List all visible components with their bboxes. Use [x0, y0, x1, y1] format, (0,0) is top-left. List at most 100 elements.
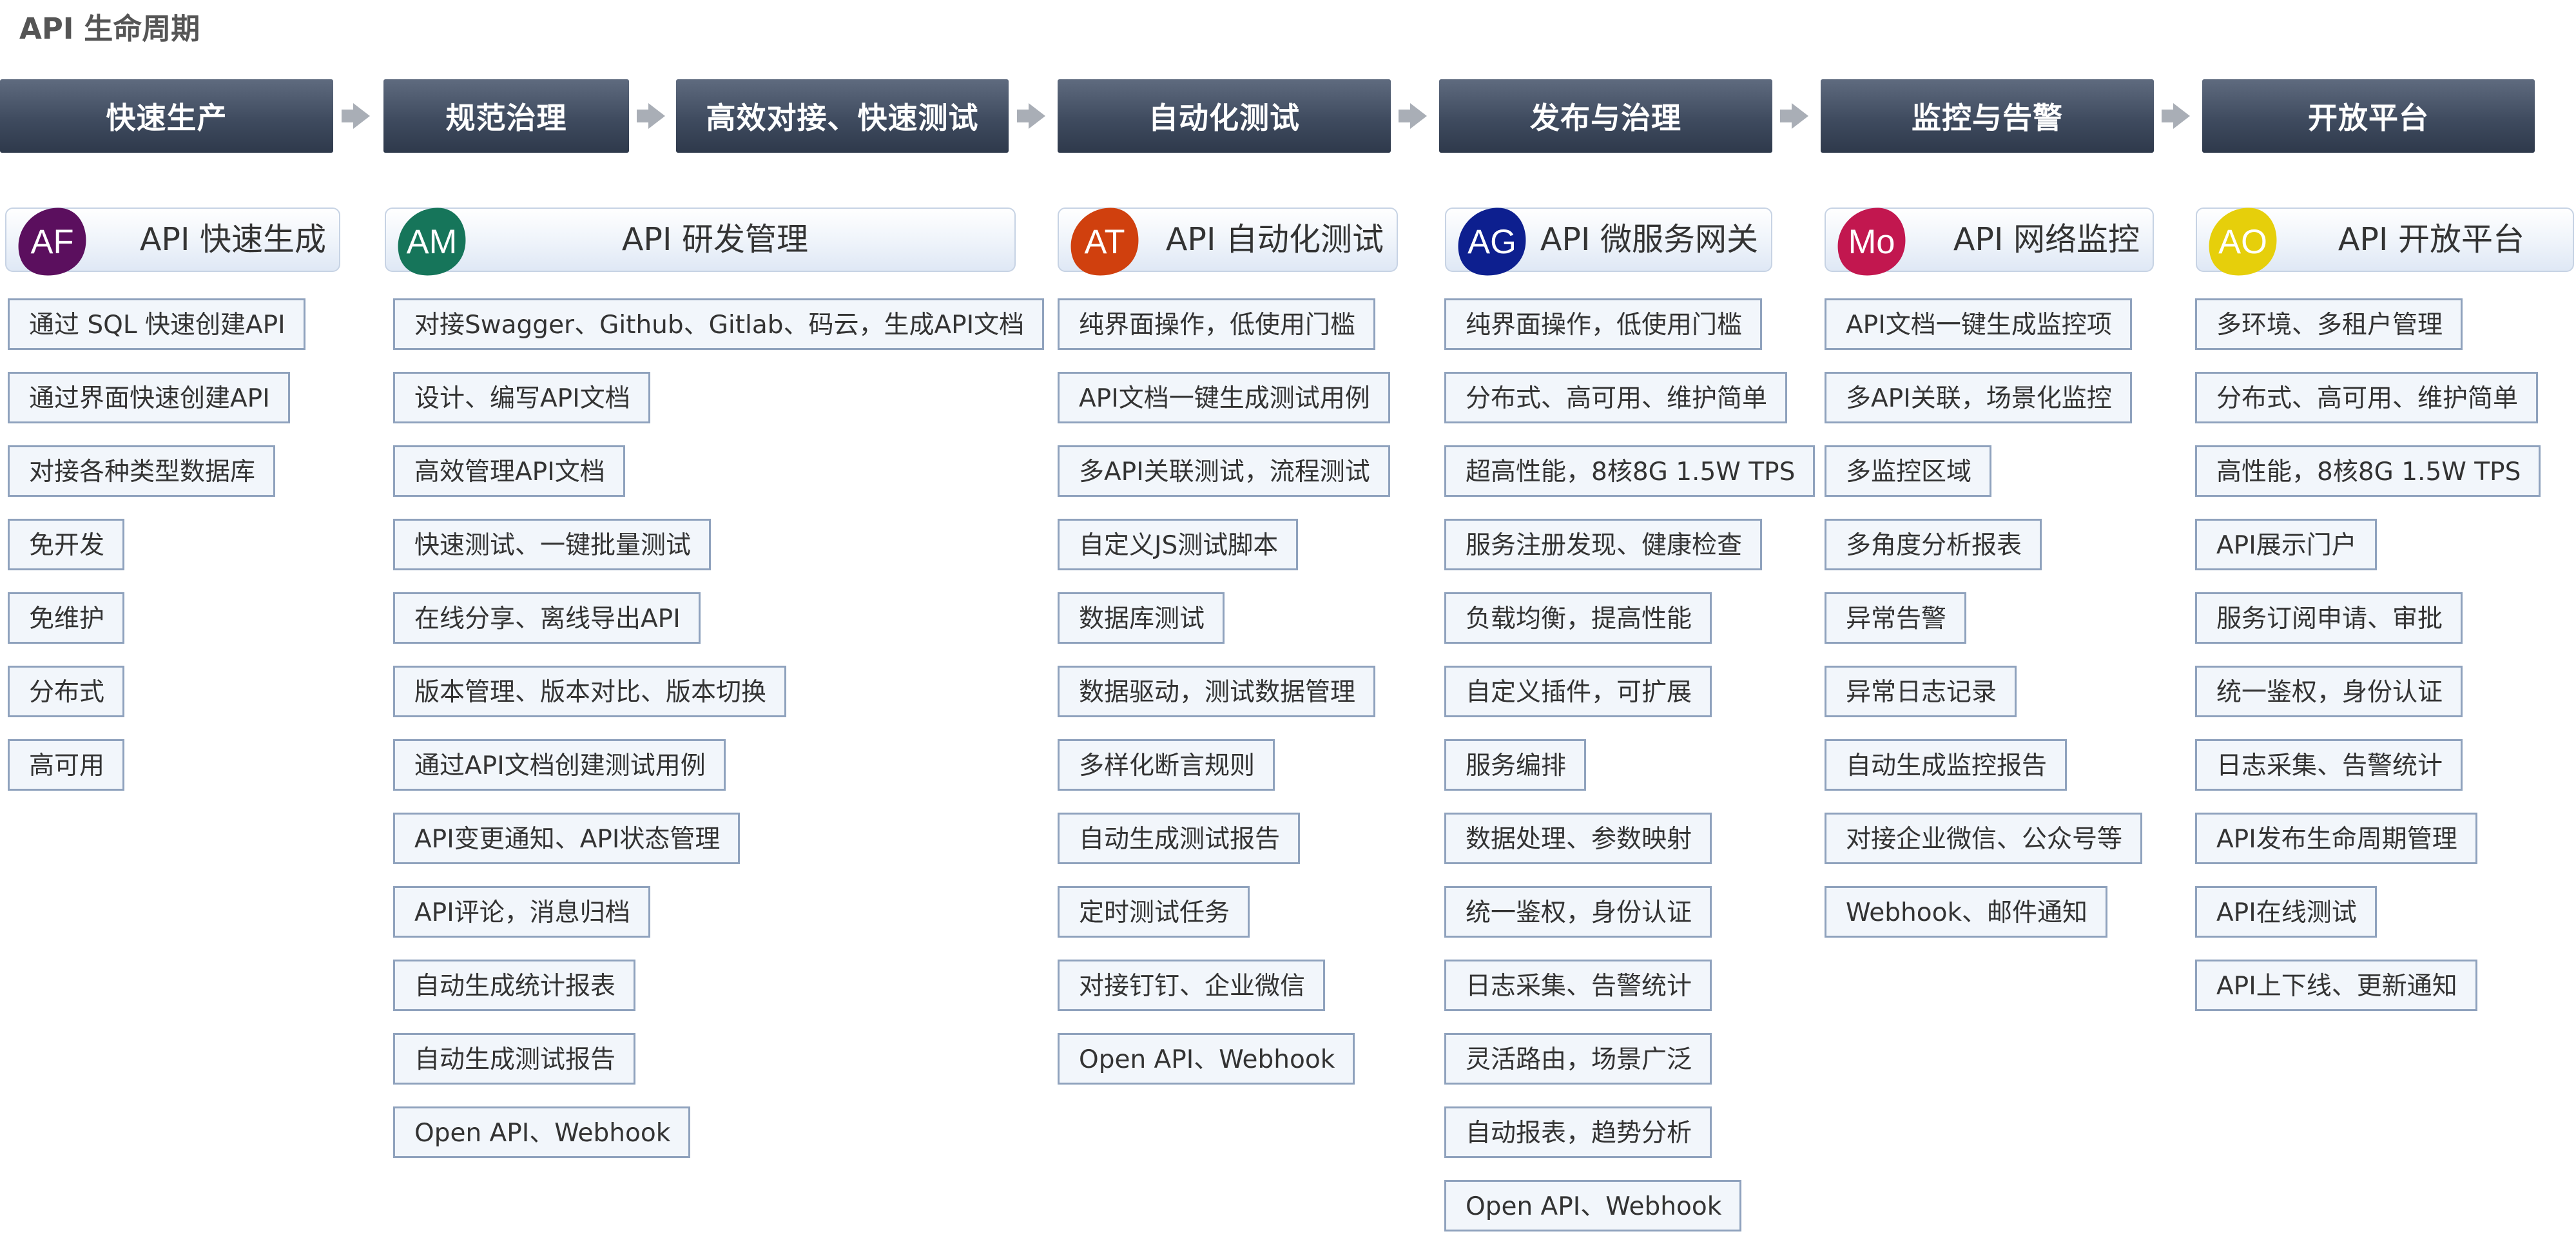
feature-list-api-autotest: 纯界面操作，低使用门槛 API文档一键生成测试用例 多API关联测试，流程测试 …: [1058, 298, 1390, 1085]
feature-list-api-gateway: 纯界面操作，低使用门槛 分布式、高可用、维护简单 超高性能，8核8G 1.5W …: [1444, 298, 1816, 1231]
feature-item: 在线分享、离线导出API: [393, 592, 701, 644]
logo-letters: Mo: [1848, 224, 1895, 261]
product-name: API 网络监控: [1953, 221, 2140, 258]
mo-logo-icon: Mo: [1837, 208, 1906, 276]
feature-item: 多环境、多租户管理: [2195, 298, 2463, 350]
stage-automated-testing: 自动化测试: [1058, 79, 1391, 153]
product-name: API 研发管理: [621, 221, 808, 258]
feature-item: API上下线、更新通知: [2195, 960, 2477, 1011]
stage-monitoring-alerting: 监控与告警: [1821, 79, 2154, 153]
product-card-api-open-platform: AO API 开放平台: [2196, 208, 2574, 276]
ao-logo-icon: AO: [2209, 208, 2277, 276]
logo-letters: AG: [1467, 224, 1516, 261]
feature-item: 多监控区域: [1825, 445, 1992, 497]
feature-item: 对接Swagger、Github、Gitlab、码云，生成API文档: [393, 298, 1045, 350]
feature-item: 对接各种类型数据库: [8, 445, 276, 497]
logo-letters: AT: [1084, 224, 1125, 261]
feature-item: 自动生成测试报告: [393, 1033, 636, 1085]
feature-item: 通过界面快速创建API: [8, 372, 290, 423]
ag-logo-icon: AG: [1458, 208, 1526, 276]
logo-letters: AF: [30, 224, 73, 261]
product-card-api-management: AM API 研发管理: [385, 208, 1016, 276]
feature-item: 免维护: [8, 592, 125, 644]
feature-list-api-management: 对接Swagger、Github、Gitlab、码云，生成API文档 设计、编写…: [393, 298, 1045, 1158]
feature-item: 多角度分析报表: [1825, 519, 2042, 570]
stage-standard-governance: 规范治理: [383, 79, 629, 153]
feature-item: API评论，消息归档: [393, 886, 650, 938]
feature-item: 设计、编写API文档: [393, 372, 650, 423]
feature-item: 通过 SQL 快速创建API: [8, 298, 305, 350]
stage-open-platform: 开放平台: [2202, 79, 2535, 153]
feature-item: Webhook、邮件通知: [1825, 886, 2108, 938]
feature-item: 自动生成监控报告: [1825, 739, 2068, 791]
product-card-api-gateway: AG API 微服务网关: [1445, 208, 1772, 276]
feature-item: 统一鉴权，身份认证: [2195, 666, 2463, 717]
feature-list-api-fast: 通过 SQL 快速创建API 通过界面快速创建API 对接各种类型数据库 免开发…: [8, 298, 305, 791]
product-card-api-monitor: Mo API 网络监控: [1825, 208, 2154, 276]
feature-item: 服务注册发现、健康检查: [1444, 519, 1763, 570]
at-logo-icon: AT: [1070, 208, 1139, 276]
feature-item: 对接企业微信、公众号等: [1825, 813, 2143, 864]
feature-item: Open API、Webhook: [393, 1106, 691, 1158]
logo-letters: AO: [2218, 224, 2267, 261]
feature-item: 服务订阅申请、审批: [2195, 592, 2463, 644]
feature-item: 版本管理、版本对比、版本切换: [393, 666, 787, 717]
product-name: API 开放平台: [2338, 221, 2524, 258]
feature-item: 数据库测试: [1058, 592, 1225, 644]
feature-item: 分布式、高可用、维护简单: [1444, 372, 1788, 423]
stage-efficient-integration: 高效对接、快速测试: [676, 79, 1009, 153]
feature-item: API在线测试: [2195, 886, 2377, 938]
feature-item: API变更通知、API状态管理: [393, 813, 741, 864]
feature-item: 数据驱动，测试数据管理: [1058, 666, 1376, 717]
feature-item: 分布式: [8, 666, 125, 717]
feature-item: 服务编排: [1444, 739, 1587, 791]
logo-letters: AM: [407, 224, 458, 261]
feature-item: 异常日志记录: [1825, 666, 2017, 717]
feature-item: API文档一键生成测试用例: [1058, 372, 1390, 423]
feature-item: 日志采集、告警统计: [1444, 960, 1712, 1011]
feature-item: 快速测试、一键批量测试: [393, 519, 712, 570]
feature-item: API展示门户: [2195, 519, 2377, 570]
feature-list-api-monitor: API文档一键生成监控项 多API关联，场景化监控 多监控区域 多角度分析报表 …: [1825, 298, 2143, 938]
feature-item: 分布式、高可用、维护简单: [2195, 372, 2539, 423]
feature-item: 自动生成统计报表: [393, 960, 636, 1011]
feature-item: 异常告警: [1825, 592, 1967, 644]
feature-item: 自动报表，趋势分析: [1444, 1106, 1712, 1158]
feature-item: 定时测试任务: [1058, 886, 1250, 938]
feature-list-api-open-platform: 多环境、多租户管理 分布式、高可用、维护简单 高性能，8核8G 1.5W TPS…: [2195, 298, 2541, 1011]
product-name: API 微服务网关: [1540, 221, 1758, 258]
feature-item: 自定义插件，可扩展: [1444, 666, 1712, 717]
stage-quick-production: 快速生产: [0, 79, 333, 153]
feature-item: 纯界面操作，低使用门槛: [1444, 298, 1763, 350]
feature-item: 免开发: [8, 519, 125, 570]
feature-item: 统一鉴权，身份认证: [1444, 886, 1712, 938]
product-name: API 自动化测试: [1165, 221, 1384, 258]
page-title: API 生命周期: [19, 12, 200, 46]
feature-item: 高效管理API文档: [393, 445, 625, 497]
stage-release-governance: 发布与治理: [1439, 79, 1772, 153]
feature-item: API发布生命周期管理: [2195, 813, 2477, 864]
feature-item: 自定义JS测试脚本: [1058, 519, 1299, 570]
feature-item: 负载均衡，提高性能: [1444, 592, 1712, 644]
feature-item: 多API关联测试，流程测试: [1058, 445, 1390, 497]
af-logo-icon: AF: [18, 208, 86, 276]
feature-item: 高性能，8核8G 1.5W TPS: [2195, 445, 2541, 497]
feature-item: 超高性能，8核8G 1.5W TPS: [1444, 445, 1816, 497]
product-card-api-autotest: AT API 自动化测试: [1058, 208, 1398, 276]
product-card-api-fast: AF API 快速生成: [5, 208, 340, 276]
feature-item: 日志采集、告警统计: [2195, 739, 2463, 791]
feature-item: 灵活路由，场景广泛: [1444, 1033, 1712, 1085]
feature-item: 纯界面操作，低使用门槛: [1058, 298, 1376, 350]
feature-item: 多API关联，场景化监控: [1825, 372, 2132, 423]
feature-item: 对接钉钉、企业微信: [1058, 960, 1326, 1011]
feature-item: 数据处理、参数映射: [1444, 813, 1712, 864]
product-name: API 快速生成: [139, 221, 326, 258]
feature-item: Open API、Webhook: [1058, 1033, 1355, 1085]
feature-item: API文档一键生成监控项: [1825, 298, 2132, 350]
feature-item: 自动生成测试报告: [1058, 813, 1301, 864]
feature-item: 高可用: [8, 739, 125, 791]
am-logo-icon: AM: [398, 208, 466, 276]
feature-item: 通过API文档创建测试用例: [393, 739, 726, 791]
feature-item: 多样化断言规则: [1058, 739, 1275, 791]
feature-item: Open API、Webhook: [1444, 1180, 1742, 1231]
